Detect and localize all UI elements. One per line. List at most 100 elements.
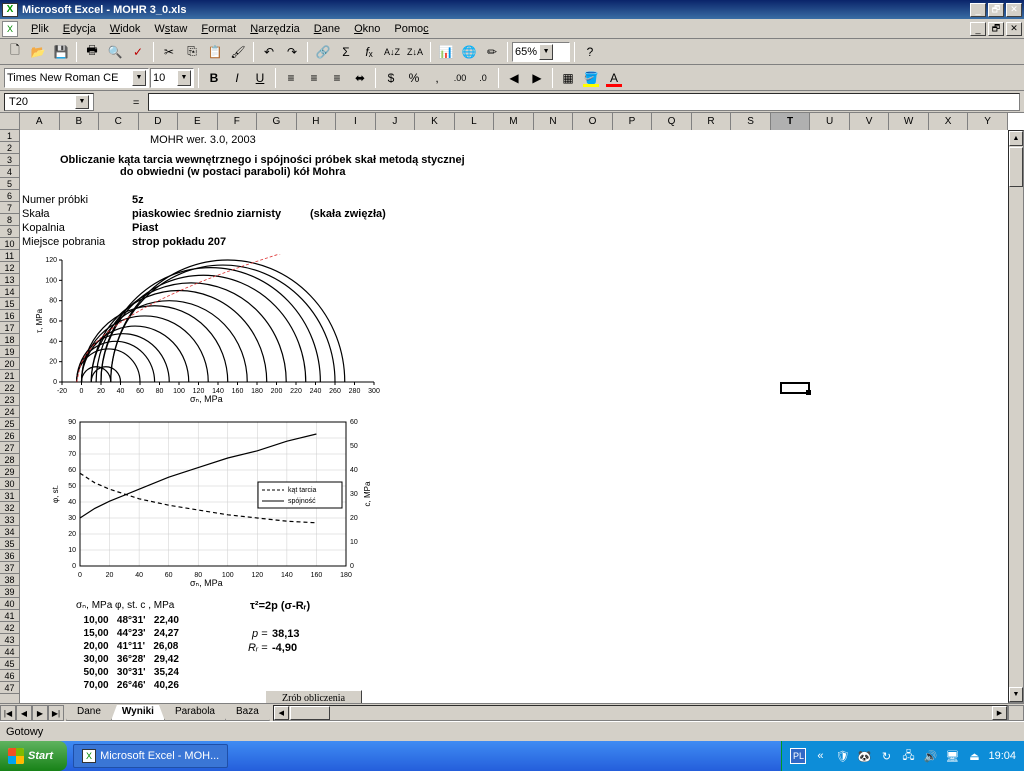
row-header-26[interactable]: 26 [0, 430, 19, 442]
map-icon[interactable]: 🌐 [458, 41, 480, 63]
format-painter-icon[interactable]: 🖌 [227, 41, 249, 63]
row-header-23[interactable]: 23 [0, 394, 19, 406]
row-header-10[interactable]: 10 [0, 238, 19, 250]
tray-safely-remove-icon[interactable]: ⏏ [966, 748, 982, 764]
row-header-47[interactable]: 47 [0, 682, 19, 694]
percent-icon[interactable]: % [403, 67, 425, 89]
bold-icon[interactable]: B [203, 67, 225, 89]
row-header-2[interactable]: 2 [0, 142, 19, 154]
col-header-N[interactable]: N [534, 113, 574, 130]
taskbar-app-button[interactable]: X Microsoft Excel - MOH... [73, 744, 228, 768]
sheet-tab-dane[interactable]: Dane [66, 705, 112, 721]
tab-last-icon[interactable]: ▶| [48, 705, 64, 721]
col-header-E[interactable]: E [178, 113, 218, 130]
align-right-icon[interactable]: ≡ [326, 67, 348, 89]
doc-restore-button[interactable]: 🗗 [988, 22, 1004, 36]
font-combo[interactable]: Times New Roman CE▼ [4, 68, 149, 88]
menu-edycja[interactable]: Edycja [56, 21, 103, 37]
col-header-U[interactable]: U [810, 113, 850, 130]
calculate-button[interactable]: Zrób obliczenia [265, 690, 362, 703]
undo-icon[interactable]: ↶ [258, 41, 280, 63]
col-header-P[interactable]: P [613, 113, 653, 130]
col-header-Y[interactable]: Y [968, 113, 1008, 130]
row-header-31[interactable]: 31 [0, 490, 19, 502]
minimize-button[interactable]: _ [970, 3, 986, 17]
function-icon[interactable]: fₓ [358, 41, 380, 63]
sort-desc-icon[interactable]: Z↓A [404, 41, 426, 63]
row-header-4[interactable]: 4 [0, 166, 19, 178]
row-header-34[interactable]: 34 [0, 526, 19, 538]
col-header-M[interactable]: M [494, 113, 534, 130]
print-icon[interactable]: 🖶 [81, 41, 103, 63]
row-header-3[interactable]: 3 [0, 154, 19, 166]
row-header-12[interactable]: 12 [0, 262, 19, 274]
save-icon[interactable]: 💾 [50, 41, 72, 63]
row-header-15[interactable]: 15 [0, 298, 19, 310]
preview-icon[interactable]: 🔍 [104, 41, 126, 63]
tray-clock[interactable]: 19:04 [988, 750, 1016, 762]
font-color-icon[interactable]: A [603, 67, 625, 89]
decrease-decimal-icon[interactable]: .0 [472, 67, 494, 89]
autosum-icon[interactable]: Σ [335, 41, 357, 63]
row-header-16[interactable]: 16 [0, 310, 19, 322]
col-header-G[interactable]: G [257, 113, 297, 130]
row-header-44[interactable]: 44 [0, 646, 19, 658]
tray-chevron-icon[interactable]: « [812, 748, 828, 764]
row-header-19[interactable]: 19 [0, 346, 19, 358]
lang-indicator[interactable]: PL [790, 748, 806, 764]
font-size-combo[interactable]: 10▼ [150, 68, 194, 88]
row-header-28[interactable]: 28 [0, 454, 19, 466]
row-header-33[interactable]: 33 [0, 514, 19, 526]
col-header-T[interactable]: T [771, 113, 811, 130]
tray-network-icon[interactable]: 🖧 [900, 748, 916, 764]
row-header-5[interactable]: 5 [0, 178, 19, 190]
grid-content[interactable]: MOHR wer. 3.0, 2003 Obliczanie kąta tarc… [20, 130, 1024, 703]
col-header-F[interactable]: F [218, 113, 258, 130]
tray-panda-icon[interactable]: 🐼 [856, 748, 872, 764]
redo-icon[interactable]: ↷ [281, 41, 303, 63]
col-header-J[interactable]: J [376, 113, 416, 130]
increase-decimal-icon[interactable]: .00 [449, 67, 471, 89]
menu-plik[interactable]: Plik [24, 21, 56, 37]
increase-indent-icon[interactable]: ▶ [526, 67, 548, 89]
col-header-I[interactable]: I [336, 113, 376, 130]
tab-next-icon[interactable]: ▶ [32, 705, 48, 721]
row-header-45[interactable]: 45 [0, 658, 19, 670]
row-header-42[interactable]: 42 [0, 622, 19, 634]
copy-icon[interactable]: ⎘ [181, 41, 203, 63]
row-header-41[interactable]: 41 [0, 610, 19, 622]
active-cell[interactable] [780, 382, 810, 394]
fill-color-icon[interactable]: 🪣 [580, 67, 602, 89]
tray-update-icon[interactable]: ↻ [878, 748, 894, 764]
sheet-tab-baza[interactable]: Baza [225, 705, 270, 721]
row-header-1[interactable]: 1 [0, 130, 19, 142]
row-header-18[interactable]: 18 [0, 334, 19, 346]
select-all-corner[interactable] [0, 113, 20, 130]
name-box[interactable]: T20▼ [4, 93, 94, 111]
row-header-40[interactable]: 40 [0, 598, 19, 610]
col-header-X[interactable]: X [929, 113, 969, 130]
close-button[interactable]: ✕ [1006, 3, 1022, 17]
doc-close-button[interactable]: ✕ [1006, 22, 1022, 36]
vertical-scrollbar[interactable]: ▲ ▼ [1008, 130, 1024, 703]
merge-center-icon[interactable]: ⬌ [349, 67, 371, 89]
col-header-R[interactable]: R [692, 113, 732, 130]
horizontal-scrollbar[interactable]: ◀ ▶ [273, 705, 1008, 721]
menu-widok[interactable]: Widok [103, 21, 148, 37]
help-icon[interactable]: ? [579, 41, 601, 63]
align-center-icon[interactable]: ≡ [303, 67, 325, 89]
row-header-39[interactable]: 39 [0, 586, 19, 598]
row-header-22[interactable]: 22 [0, 382, 19, 394]
row-header-30[interactable]: 30 [0, 478, 19, 490]
row-header-8[interactable]: 8 [0, 214, 19, 226]
row-header-32[interactable]: 32 [0, 502, 19, 514]
sheet-tab-parabola[interactable]: Parabola [164, 705, 226, 721]
row-header-21[interactable]: 21 [0, 370, 19, 382]
row-header-36[interactable]: 36 [0, 550, 19, 562]
underline-icon[interactable]: U [249, 67, 271, 89]
new-icon[interactable]: 🗋 [4, 41, 26, 63]
col-header-V[interactable]: V [850, 113, 890, 130]
row-header-7[interactable]: 7 [0, 202, 19, 214]
col-header-H[interactable]: H [297, 113, 337, 130]
doc-minimize-button[interactable]: _ [970, 22, 986, 36]
